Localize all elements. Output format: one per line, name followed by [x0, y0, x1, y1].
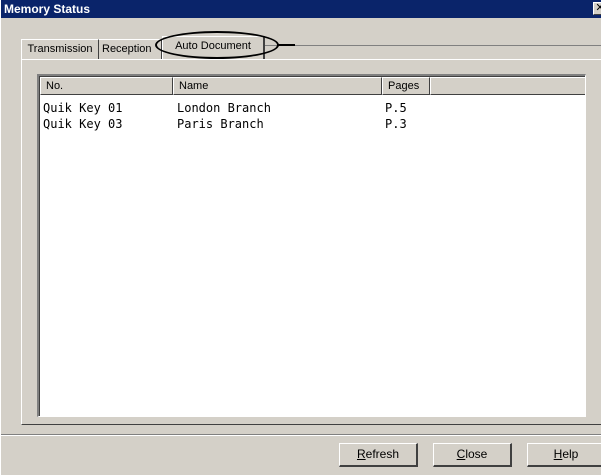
- list-item-no: Quik Key 03: [43, 117, 123, 131]
- highlight-oval-tail: [277, 44, 295, 46]
- memory-status-window: Memory Status ✕ Transmission Reception A…: [0, 0, 601, 475]
- help-button[interactable]: Help: [527, 443, 601, 467]
- button-separator: [1, 434, 601, 436]
- close-window-button[interactable]: ✕: [593, 2, 601, 15]
- refresh-button[interactable]: Refresh: [339, 443, 418, 467]
- list-item-name: Paris Branch: [177, 117, 264, 131]
- list-item[interactable]: Quik Key 01 London Branch P.5: [42, 100, 582, 116]
- list-item-pages: P.5: [385, 101, 407, 115]
- auto-document-list[interactable]: No. Name Pages Quik Key 01 London Branch…: [37, 74, 586, 417]
- window-title: Memory Status: [4, 2, 91, 16]
- column-header-filler: [430, 77, 585, 95]
- list-item[interactable]: Quik Key 03 Paris Branch P.3: [42, 116, 582, 132]
- list-item-name: London Branch: [177, 101, 271, 115]
- list-header: No. Name Pages: [40, 77, 585, 95]
- column-header-no[interactable]: No.: [40, 77, 173, 95]
- close-button[interactable]: Close: [433, 443, 512, 467]
- tab-reception[interactable]: Reception: [99, 39, 162, 60]
- tab-auto-document[interactable]: Auto Document: [162, 36, 265, 59]
- column-header-pages[interactable]: Pages: [382, 77, 430, 95]
- refresh-label: efresh: [365, 447, 400, 461]
- column-header-name[interactable]: Name: [173, 77, 382, 95]
- tab-transmission[interactable]: Transmission: [21, 39, 99, 60]
- refresh-mnemonic: R: [356, 447, 366, 461]
- list-item-no: Quik Key 01: [43, 101, 123, 115]
- title-bar[interactable]: Memory Status ✕: [1, 0, 601, 18]
- list-item-pages: P.3: [385, 117, 407, 131]
- help-label: elp: [562, 447, 579, 461]
- tab-baseline-right: [265, 45, 601, 46]
- close-label: lose: [465, 447, 488, 461]
